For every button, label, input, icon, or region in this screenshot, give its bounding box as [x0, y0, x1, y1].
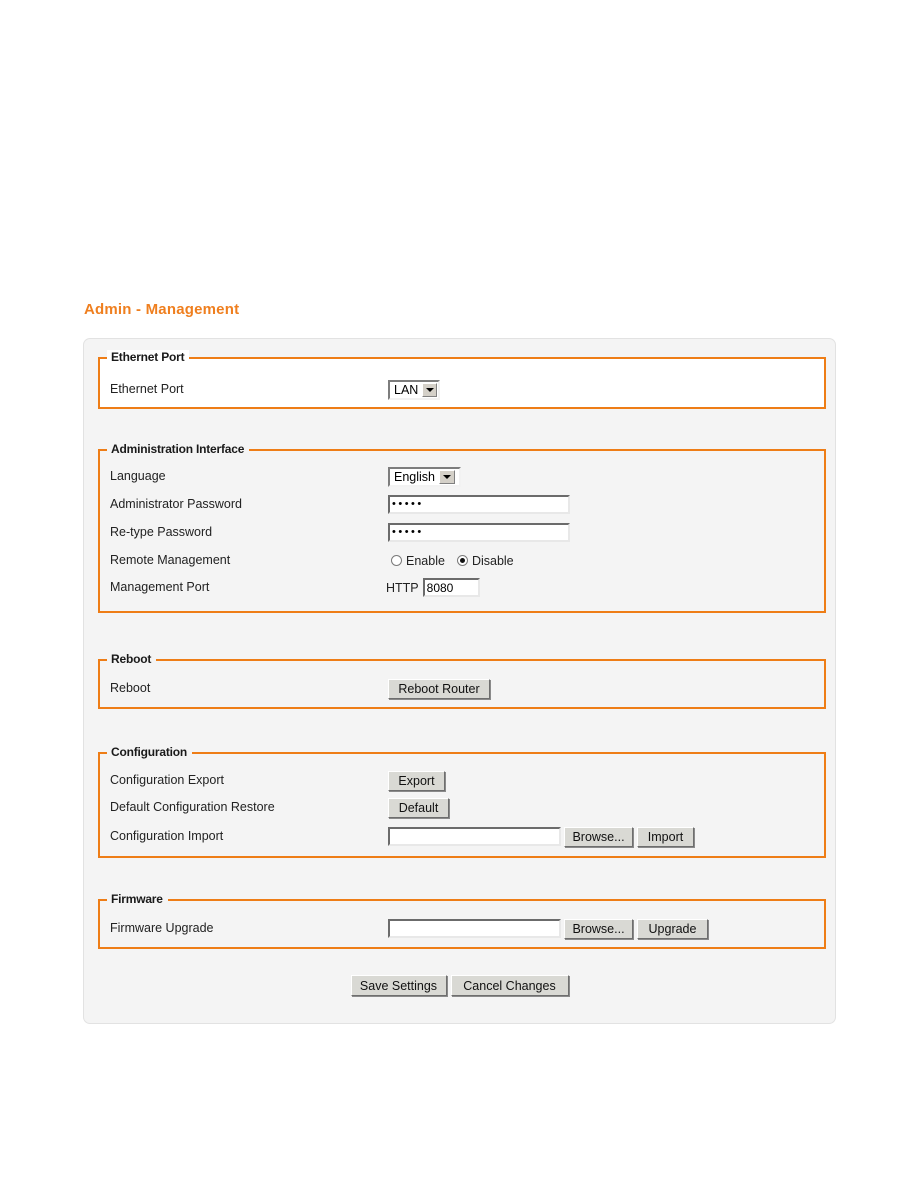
management-port-input[interactable]: 8080	[422, 578, 480, 597]
section-firmware: Firmware Firmware Upgrade Browse... Upgr…	[98, 892, 826, 949]
firmware-upgrade-browse-label: Browse...	[572, 921, 625, 936]
row-language: Language English	[100, 463, 824, 490]
configuration-import-browse-button[interactable]: Browse...	[564, 826, 633, 847]
section-configuration-legend: Configuration	[107, 745, 193, 759]
ethernet-port-select[interactable]: LAN	[388, 379, 440, 400]
retype-password-value: •••••	[392, 526, 424, 538]
row-default-configuration-restore: Default Configuration Restore Default	[100, 794, 824, 821]
firmware-upgrade-button-label: Upgrade	[648, 921, 697, 936]
action-bar: Save Settings Cancel Changes	[84, 975, 835, 996]
save-settings-button[interactable]: Save Settings	[350, 975, 447, 996]
row-firmware-upgrade-label: Firmware Upgrade	[110, 921, 214, 935]
configuration-export-button[interactable]: Export	[388, 770, 445, 791]
chevron-down-icon[interactable]	[422, 382, 437, 397]
management-port-protocol-label: HTTP	[386, 580, 419, 595]
administrator-password-input[interactable]: •••••	[388, 495, 570, 514]
reboot-router-button-label: Reboot Router	[398, 681, 480, 696]
row-remote-management: Remote Management Enable Disable	[100, 547, 824, 574]
retype-password-input[interactable]: •••••	[388, 523, 570, 542]
row-management-port: Management Port HTTP 8080	[100, 574, 824, 601]
save-settings-button-label: Save Settings	[359, 978, 438, 993]
ethernet-port-select-value: LAN	[394, 382, 419, 397]
row-configuration-import-label: Configuration Import	[110, 829, 224, 843]
section-reboot-legend: Reboot	[107, 652, 157, 666]
management-port-value: 8080	[426, 580, 454, 595]
row-configuration-export-label: Configuration Export	[110, 773, 224, 787]
language-select-value: English	[394, 469, 435, 484]
radio-checked-icon[interactable]	[456, 555, 468, 566]
configuration-import-button-label: Import	[647, 829, 684, 844]
row-language-label: Language	[110, 469, 166, 483]
row-management-port-label: Management Port	[110, 580, 210, 594]
configuration-import-button[interactable]: Import	[637, 826, 694, 847]
row-administrator-password-label: Administrator Password	[110, 497, 242, 511]
default-configuration-restore-button[interactable]: Default	[388, 797, 449, 818]
row-ethernet-port-label: Ethernet Port	[110, 382, 184, 396]
remote-management-radio-group: Enable Disable	[391, 554, 526, 568]
language-select[interactable]: English	[388, 466, 461, 487]
row-configuration-export: Configuration Export Export	[100, 767, 824, 794]
cancel-changes-button[interactable]: Cancel Changes	[450, 975, 569, 996]
remote-management-disable-label: Disable	[471, 553, 514, 568]
administrator-password-value: •••••	[392, 498, 424, 510]
firmware-upgrade-browse-button[interactable]: Browse...	[564, 918, 633, 939]
row-remote-management-control: Enable Disable	[391, 547, 526, 574]
remote-management-disable-option[interactable]: Disable	[456, 553, 514, 568]
row-retype-password-control: •••••	[388, 519, 570, 546]
section-configuration: Configuration Configuration Export Expor…	[98, 745, 826, 858]
row-retype-password: Re-type Password •••••	[100, 519, 824, 546]
settings-card: Ethernet Port Ethernet Port LAN Administ…	[83, 338, 836, 1024]
cancel-changes-button-label: Cancel Changes	[463, 978, 556, 993]
configuration-import-file-input[interactable]	[388, 827, 561, 846]
row-firmware-upgrade-control: Browse... Upgrade	[388, 915, 708, 942]
section-administration-interface: Administration Interface Language Englis…	[98, 442, 826, 613]
row-reboot: Reboot Reboot Router	[100, 675, 824, 702]
row-reboot-control: Reboot Router	[388, 675, 490, 702]
radio-unchecked-icon[interactable]	[391, 555, 402, 566]
row-default-configuration-restore-label: Default Configuration Restore	[110, 800, 275, 814]
page-title: Admin - Management	[84, 301, 240, 318]
section-administration-interface-legend: Administration Interface	[107, 442, 250, 456]
row-configuration-import-control: Browse... Import	[388, 823, 694, 850]
row-administrator-password-control: •••••	[388, 491, 570, 518]
section-firmware-legend: Firmware	[107, 892, 168, 906]
row-default-configuration-restore-control: Default	[388, 794, 449, 821]
row-retype-password-label: Re-type Password	[110, 525, 213, 539]
row-remote-management-label: Remote Management	[110, 553, 231, 567]
row-configuration-export-control: Export	[388, 767, 445, 794]
firmware-upgrade-button[interactable]: Upgrade	[637, 918, 708, 939]
row-firmware-upgrade: Firmware Upgrade Browse... Upgrade	[100, 915, 824, 942]
firmware-upgrade-file-input[interactable]	[388, 919, 561, 938]
default-configuration-restore-button-label: Default	[398, 800, 439, 815]
row-configuration-import: Configuration Import Browse... Import	[100, 823, 824, 850]
remote-management-enable-label: Enable	[406, 553, 445, 568]
configuration-import-browse-label: Browse...	[572, 829, 625, 844]
row-ethernet-port-control: LAN	[388, 376, 440, 403]
row-management-port-control: HTTP 8080	[386, 574, 480, 601]
chevron-down-icon[interactable]	[439, 469, 455, 484]
reboot-router-button[interactable]: Reboot Router	[388, 678, 490, 699]
section-ethernet-port: Ethernet Port Ethernet Port LAN	[98, 350, 826, 409]
row-reboot-label: Reboot	[110, 681, 151, 695]
row-administrator-password: Administrator Password •••••	[100, 491, 824, 518]
section-ethernet-port-legend: Ethernet Port	[107, 350, 190, 364]
section-reboot: Reboot Reboot Reboot Router	[98, 652, 826, 709]
row-language-control: English	[388, 463, 461, 490]
remote-management-enable-option[interactable]: Enable	[391, 554, 445, 568]
row-ethernet-port: Ethernet Port LAN	[100, 376, 824, 403]
configuration-export-button-label: Export	[398, 773, 435, 788]
